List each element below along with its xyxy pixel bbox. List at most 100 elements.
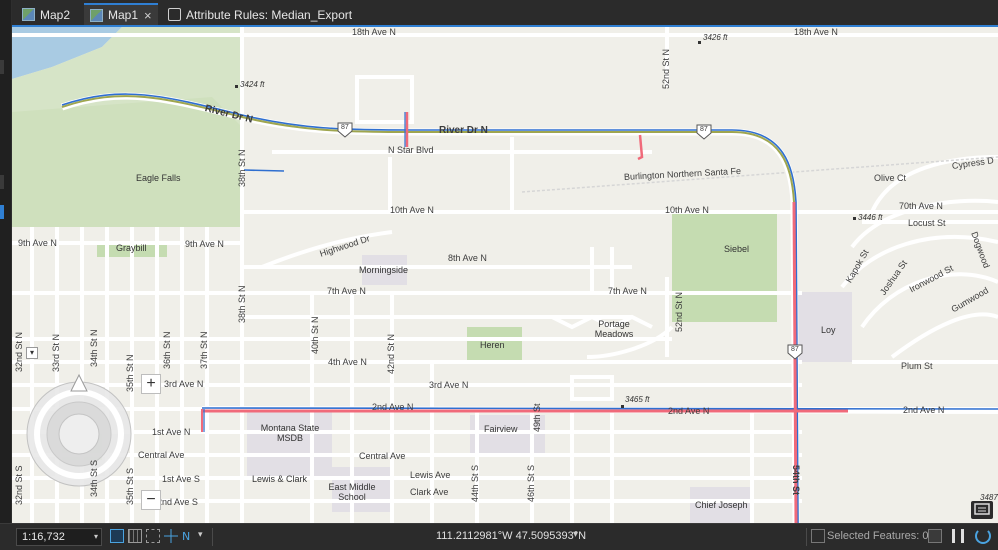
street-label: 36th St N [162,331,172,369]
pause-drawing-button[interactable] [952,529,964,543]
street-label: Clark Ave [410,487,449,497]
document-icon [168,8,181,21]
street-label: 18th Ave N [352,27,396,37]
navigator-dropdown-button[interactable]: ▾ [26,347,38,359]
elevation-label: 3446 ft [858,213,883,222]
message-icon[interactable] [971,501,993,519]
snapping-icon[interactable] [146,529,160,543]
street-label: Olive Ct [874,173,907,183]
tab-label: Attribute Rules: Median_Export [186,7,353,22]
median-highlight-line [637,134,644,161]
dock-tab-marker-active[interactable] [0,205,4,219]
street-label: 10th Ave N [665,205,709,215]
elevation-label: 3424 ft [240,80,265,89]
map-view[interactable]: 18th Ave N 18th Ave N River Dr N River D… [12,27,998,523]
navigator-control[interactable] [28,372,128,472]
selected-features-count[interactable]: Selected Features: 0 [827,530,929,542]
zoom-out-button[interactable]: − [141,490,161,510]
street-label: 2nd Ave N [903,405,945,415]
dock-tab-marker[interactable] [0,60,4,74]
median-selection-line [243,169,285,172]
scale-selector[interactable]: 1:16,732 ▾ [16,528,102,546]
street-label: 70th Ave N [899,201,943,211]
street-label: 2nd Ave N [372,402,414,412]
refresh-icon[interactable] [975,528,991,544]
street-label: 37th St N [199,331,209,369]
street-label: 3rd Ave N [164,379,204,389]
street-label: 34th St N [89,329,99,367]
park-siebel [672,212,777,322]
street-label: Central Ave [359,451,406,461]
street-label: 2nd Ave S [157,497,198,507]
selection-icon[interactable] [811,529,825,543]
highway-shield-label: 87 [791,346,799,353]
chevron-down-icon[interactable]: ▾ [94,529,98,545]
view-tab-bar: Map2 Map1 × Attribute Rules: Median_Expo… [12,0,998,27]
chevron-down-icon[interactable]: ▾ [198,529,212,543]
median-selection-line [201,407,998,410]
street-label: 35th St S [125,467,135,505]
place-label: Fairview [484,424,518,434]
street-label: 10th Ave N [390,205,434,215]
street-label: 46th St S [526,464,536,502]
map-nav-icon[interactable] [110,529,124,543]
chevron-down-icon[interactable]: ▾ [573,529,578,540]
street-label: 54th St [791,465,801,496]
close-icon[interactable]: × [144,8,152,23]
place-label: Lewis & Clark [252,474,308,484]
street-label: 7th Ave N [608,286,647,296]
street-label: 49th St [532,403,542,432]
street-label: Lewis Ave [410,470,451,480]
place-label: Heren [480,340,505,350]
grid-icon[interactable] [128,529,142,543]
street-label: N Star Blvd [388,145,434,155]
place-label: Eagle Falls [136,173,181,183]
highway-shield-label: 87 [341,124,349,131]
dock-tab-marker[interactable] [0,175,4,189]
map-icon [90,8,103,22]
status-bar: 1:16,732 ▾ N ▾ 111.2112981°W 47.5095393°… [0,523,998,550]
railroad-line [521,156,998,193]
tab-map1[interactable]: Map1 × [84,3,158,25]
street-label: 40th St N [310,316,320,354]
place-label: Montana State MSDB [260,423,320,443]
tab-label: Map1 [108,8,139,22]
street-label: 18th Ave N [794,27,838,37]
place-label: Siebel [724,244,750,254]
street-label: 9th Ave N [18,238,57,248]
tab-map2[interactable]: Map2 [16,4,76,25]
street-label: 2nd Ave N [668,406,710,416]
street-label: Central Ave [138,450,185,460]
clear-selection-icon[interactable] [928,529,942,543]
street-label: Plum St [901,361,933,371]
place-label: Loy [821,325,836,335]
street-label: 1st Ave N [152,427,191,437]
street-label: 33rd St N [51,333,61,372]
north-arrow-icon[interactable]: N [182,529,196,543]
tab-label: Map2 [40,7,71,22]
place-label: Portage Meadows [594,319,634,339]
street-label: 9th Ave N [185,239,224,249]
street-label: 32nd St N [14,331,24,372]
street-label: 38th St N [237,285,247,323]
divider [806,528,807,546]
street-label: 1st Ave S [162,474,200,484]
street-label: Locust St [908,218,946,228]
street-label: 38th St N [237,149,247,187]
zoom-in-button[interactable]: + [141,374,161,394]
street-label: 52nd St N [674,291,684,332]
golf-course-area [12,97,242,227]
place-label: East Middle School [328,482,376,502]
street-label: 4th Ave N [328,357,367,367]
school-area [247,412,332,477]
street-label: 7th Ave N [327,286,366,296]
elevation-label: 3426 ft [703,33,728,42]
place-label: Chief Joseph [695,500,748,510]
street-label: 44th St S [470,464,480,502]
place-label: Graybill [116,243,147,253]
crosshair-icon[interactable] [164,529,178,543]
street-label: 8th Ave N [448,253,487,263]
scale-value: 1:16,732 [22,531,65,543]
tab-attribute-rules[interactable]: Attribute Rules: Median_Export [162,4,358,25]
street-label: River Dr N [439,125,488,136]
